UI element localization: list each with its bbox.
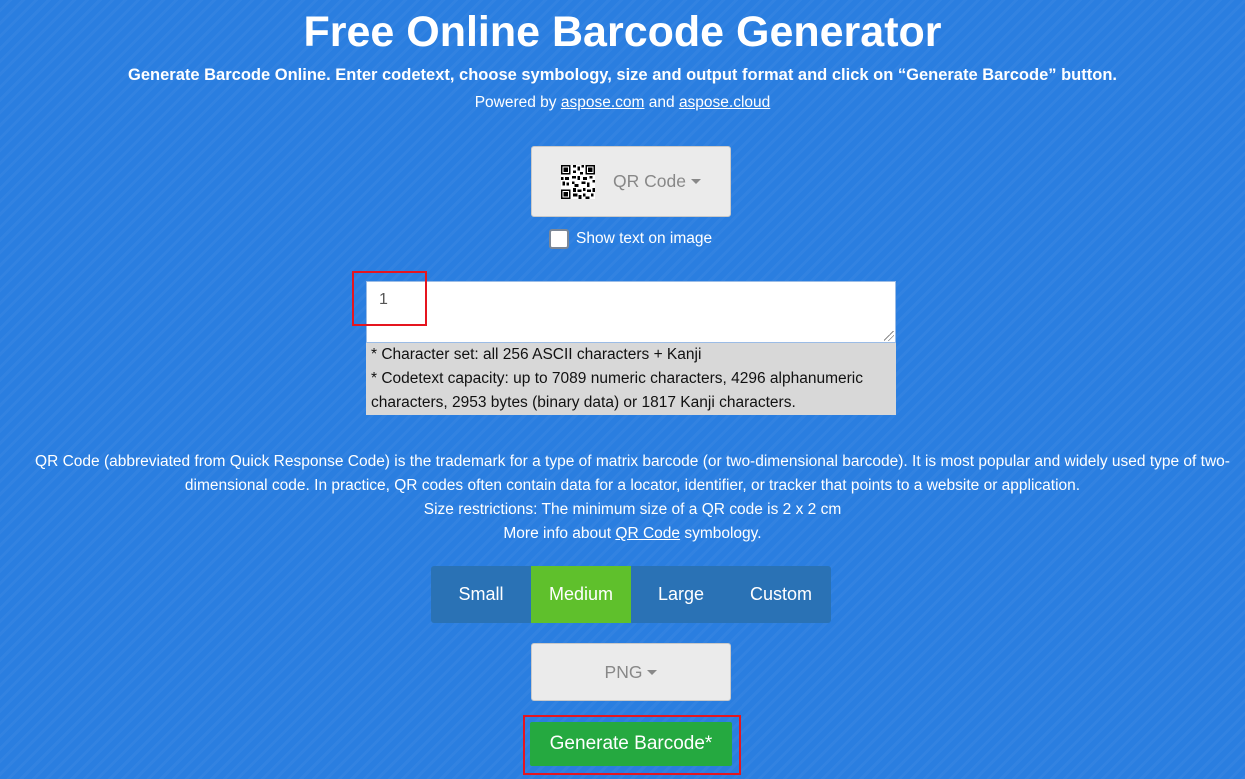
symbology-description: QR Code (abbreviated from Quick Response… <box>20 450 1245 546</box>
caret-down-icon <box>690 179 701 184</box>
qr-code-icon <box>561 164 596 199</box>
format-label: PNG <box>604 661 643 682</box>
page-subtitle: Generate Barcode Online. Enter codetext,… <box>128 66 1117 84</box>
highlight-box-generate <box>523 715 741 775</box>
size-medium-button[interactable]: Medium <box>531 566 631 623</box>
size-restrictions: Size restrictions: The minimum size of a… <box>423 501 842 518</box>
powered-by-and: and <box>644 94 679 111</box>
page-title: Free Online Barcode Generator <box>303 8 942 56</box>
powered-by: Powered by aspose.com and aspose.cloud <box>0 93 1245 113</box>
codetext-input[interactable]: 1 <box>366 281 896 343</box>
description-paragraph: QR Code (abbreviated from Quick Response… <box>35 453 1230 494</box>
more-info-suffix: symbology. <box>680 525 762 542</box>
size-selector: Small Medium Large Custom <box>431 566 831 623</box>
capacity-line: * Codetext capacity: up to 7089 numeric … <box>371 370 863 411</box>
more-info: More info about QR Code symbology. <box>20 522 1245 546</box>
show-text-checkbox[interactable] <box>549 229 569 249</box>
size-small-button[interactable]: Small <box>431 566 531 623</box>
show-text-label: Show text on image <box>576 230 713 247</box>
more-info-prefix: More info about <box>503 525 616 542</box>
size-large-button[interactable]: Large <box>631 566 731 623</box>
highlight-box-codetext <box>352 271 427 326</box>
charset-line: * Character set: all 256 ASCII character… <box>371 346 702 363</box>
size-custom-button[interactable]: Custom <box>731 566 831 623</box>
aspose-cloud-link[interactable]: aspose.cloud <box>679 94 770 111</box>
caret-down-icon <box>647 669 658 675</box>
charset-info: * Character set: all 256 ASCII character… <box>366 343 896 415</box>
symbology-label: QR Code <box>613 171 686 191</box>
resize-grip-icon[interactable] <box>884 331 894 341</box>
aspose-com-link[interactable]: aspose.com <box>561 94 645 111</box>
qr-code-info-link[interactable]: QR Code <box>615 525 680 542</box>
show-text-option[interactable]: Show text on image <box>549 229 712 249</box>
format-dropdown[interactable]: PNG <box>531 643 731 701</box>
powered-by-prefix: Powered by <box>474 94 561 111</box>
symbology-dropdown[interactable]: QR Code <box>531 146 731 217</box>
